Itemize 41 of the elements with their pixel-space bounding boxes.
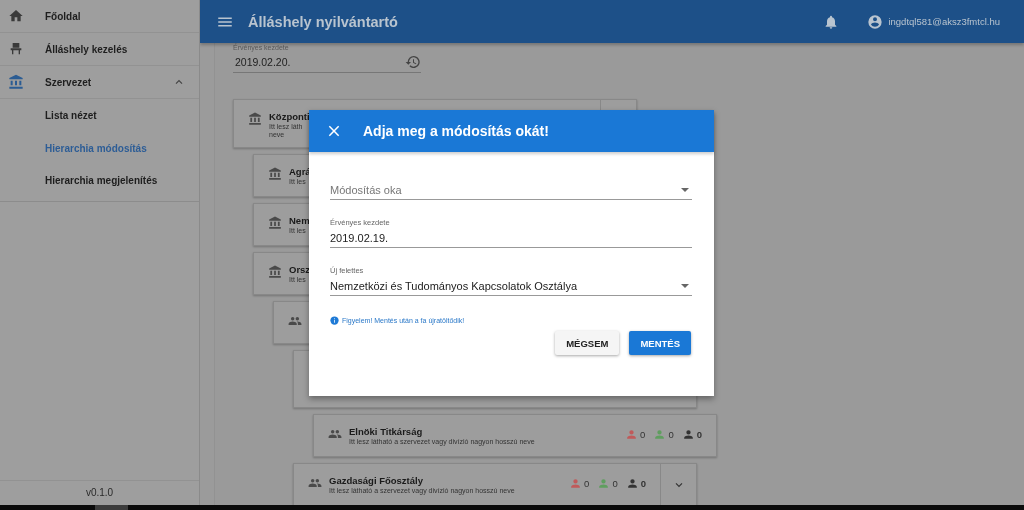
user-account-link[interactable]: ingdtql581@aksz3fmtcl.hu [867, 13, 1000, 30]
bank-icon [8, 74, 24, 90]
close-icon[interactable] [327, 124, 341, 138]
sidebar-item[interactable]: Álláshely kezelés [0, 33, 199, 66]
cancel-button[interactable]: MÉGSEM [555, 331, 620, 355]
count-value: 0 [640, 429, 646, 440]
org-name: Nem [289, 215, 310, 226]
dialog-title: Adja meg a módosítás okát! [363, 123, 549, 139]
app-title: Álláshely nyilvántartó [248, 13, 398, 30]
seat-icon [8, 41, 24, 57]
bank-icon [268, 265, 282, 279]
save-button[interactable]: MENTÉS [629, 331, 691, 355]
count-value: 0 [584, 478, 590, 489]
people-icon [308, 476, 322, 490]
org-name: Elnöki Titkárság [349, 426, 423, 437]
bank-icon [268, 167, 282, 181]
select-field[interactable]: Nemzetközi és Tudományos Kapcsolatok Osztálya [330, 276, 692, 296]
info-icon [330, 316, 339, 325]
count-value: 0 [640, 478, 646, 489]
sidebar-subitem[interactable]: Lista nézet [0, 100, 199, 133]
collapse-chevron-icon[interactable] [173, 78, 185, 86]
org-name: Gazdasági Főosztály [329, 475, 423, 486]
bank-icon [268, 216, 282, 230]
sidebar-item[interactable]: Főoldal [0, 0, 199, 33]
date-field[interactable]: 2019.02.20. [233, 52, 403, 73]
count-value: 0 [668, 429, 674, 440]
select-field[interactable]: Módosítás oka [330, 180, 692, 200]
dropdown-caret-icon[interactable] [681, 284, 689, 288]
dropdown-caret-icon[interactable] [681, 188, 689, 192]
bank-icon [248, 112, 262, 126]
account-icon [867, 13, 884, 30]
org-name: Orsz [289, 264, 311, 275]
org-name: Központi [269, 111, 310, 122]
date-field[interactable]: 2019.02.19. [330, 228, 692, 248]
sidebar-item[interactable]: Szervezet [0, 66, 199, 99]
count-value: 0 [696, 429, 702, 440]
people-icon [288, 314, 302, 328]
people-icon [328, 427, 342, 441]
sidebar-subitem[interactable]: Hierarchia megjelenítés [0, 165, 199, 198]
count-value: 0 [612, 478, 618, 489]
home-icon [8, 8, 24, 24]
